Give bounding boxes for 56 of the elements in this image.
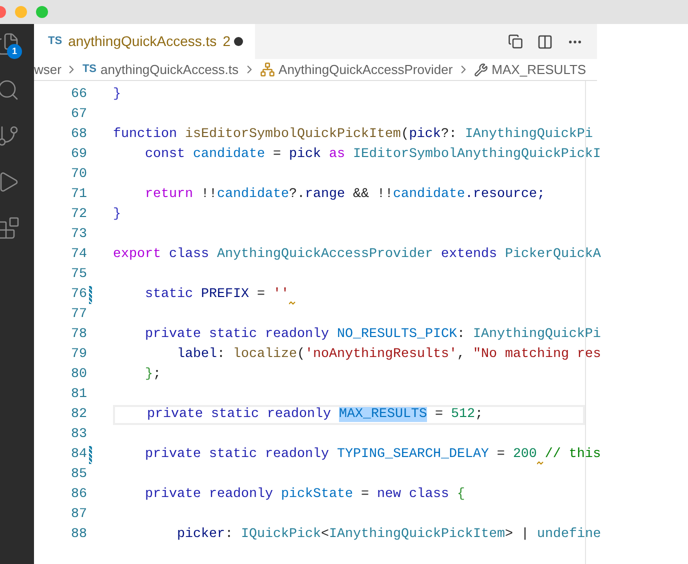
code-line: const candidate = pick as IEditorSymbolAnythingQuickPickI [145, 146, 601, 164]
breadcrumb-item[interactable]: MAX_RESULTS [492, 60, 586, 80]
line-number: 68 [70, 126, 87, 144]
code-line: return !!candidate?.range && !!candidate.resource; [145, 186, 545, 204]
code-line: label: localize('noAnythingResults', "No matching res [177, 346, 601, 364]
wrench-icon [474, 62, 488, 76]
line-number: 85 [70, 466, 87, 484]
line-number: 77 [70, 306, 87, 324]
code-line: private static readonly TYPING_SEARCH_DELAY = 200 // this [145, 445, 601, 465]
code-line: export class AnythingQuickAccessProvider extends PickerQuickA [113, 246, 601, 264]
line-number: 76 [70, 286, 87, 304]
code-line: private static readonly MAX_RESULTS = 512; [147, 406, 483, 424]
files-icon[interactable] [0, 32, 20, 56]
breadcrumb-item[interactable]: AnythingQuickAccessProvider [278, 60, 453, 80]
split-editor-icon[interactable] [537, 34, 553, 50]
code-line: static PREFIX = '' [145, 285, 297, 305]
problem-count: 2 [222, 32, 230, 51]
line-number: 70 [70, 166, 87, 184]
breadcrumb-item[interactable]: anythingQuickAccess.ts [100, 60, 239, 80]
line-number: 87 [70, 506, 87, 524]
line-number: 79 [70, 346, 87, 364]
code-line: } [113, 86, 121, 104]
line-number: 83 [70, 426, 87, 444]
line-number: 80 [70, 366, 87, 384]
line-number: 81 [70, 386, 87, 404]
line-number: 67 [70, 106, 87, 124]
code-line: } [113, 206, 121, 224]
line-number: 73 [70, 226, 87, 244]
line-number: 75 [70, 266, 87, 284]
editor-tab[interactable]: TS anythingQuickAccess.ts 2 [34, 24, 255, 59]
line-number: 66 [70, 86, 87, 104]
search-icon[interactable] [0, 78, 20, 102]
line-number: 72 [70, 206, 87, 224]
branch-icon[interactable] [0, 124, 20, 148]
notification-badge: 1 [7, 44, 22, 59]
typescript-label: TS [82, 62, 97, 78]
code-line: private static readonly NO_RESULTS_PICK: IAnythingQuickPi [145, 326, 601, 344]
code-line: }; [145, 366, 161, 384]
line-number: 74 [70, 246, 87, 264]
line-number: 82 [70, 406, 87, 424]
copy-icon[interactable] [508, 34, 523, 49]
code-line: picker: IQuickPick<IAnythingQuickPickItem> | undefine [177, 526, 601, 544]
line-number: 88 [70, 526, 87, 544]
code-line: private readonly pickState = new class { [145, 486, 465, 504]
breadcrumb-item[interactable]: wser [34, 60, 62, 80]
typescript-label: TS [48, 34, 62, 50]
line-number: 78 [70, 326, 87, 344]
line-number: 69 [70, 146, 87, 164]
play-icon[interactable] [0, 170, 20, 194]
line-number: 84 [70, 446, 87, 464]
class-icon [260, 62, 275, 77]
blocks-icon[interactable] [0, 216, 20, 240]
tab-title: anythingQuickAccess.ts [68, 32, 217, 51]
code-line: function isEditorSymbolQuickPickItem(pick?: IAnythingQuickPi [113, 126, 593, 144]
line-number: 71 [70, 186, 87, 204]
line-number: 86 [70, 486, 87, 504]
